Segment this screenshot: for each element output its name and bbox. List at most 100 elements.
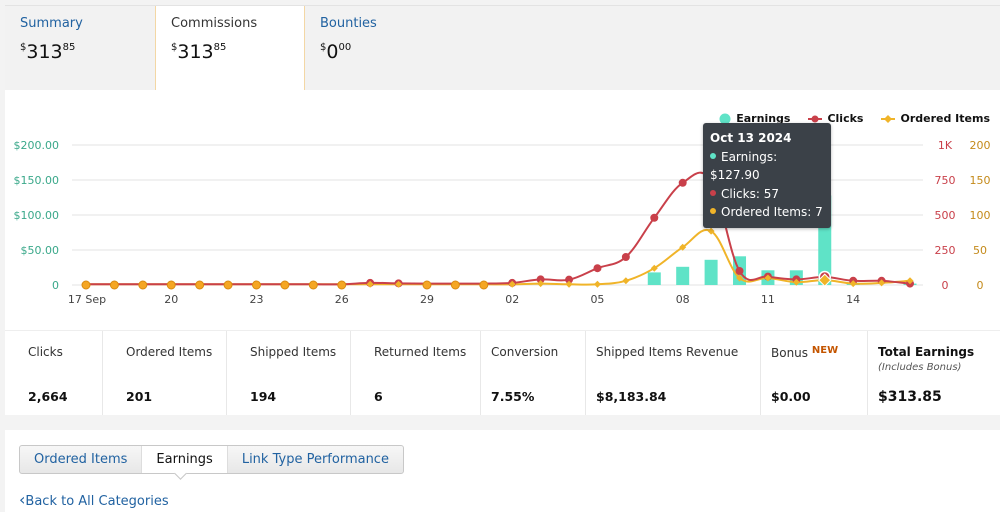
metric-returned-items: Returned Items 6 bbox=[351, 331, 481, 415]
earnings-bar bbox=[676, 266, 690, 285]
clicks-point bbox=[251, 280, 261, 290]
clicks-point bbox=[280, 280, 290, 290]
tooltip-clicks: Clicks: 57 bbox=[710, 185, 824, 204]
y-right-clicks-tick-label: 250 bbox=[935, 244, 956, 257]
summary-amount: $31385 bbox=[20, 41, 76, 63]
metric-label: Shipped Items Revenue bbox=[596, 345, 739, 359]
earnings-chart[interactable]: 0 0 0 $50.00 250 50 $100.00 500 100 $150.00 750 150… bbox=[5, 90, 1000, 330]
tab-bounties[interactable]: Bounties $000 bbox=[305, 6, 455, 91]
earnings-dot-icon bbox=[710, 152, 716, 159]
metric-shipped-items: Shipped Items 194 bbox=[227, 331, 351, 415]
metric-label: Conversion bbox=[491, 345, 559, 359]
y-left-tick-label: $50.00 bbox=[21, 244, 60, 257]
x-tick-label: 02 bbox=[505, 293, 519, 306]
metrics-bar: Clicks 2,664 Ordered Items 201 Shipped I… bbox=[5, 330, 1000, 415]
metric-clicks: Clicks 2,664 bbox=[5, 331, 103, 415]
metric-value: 201 bbox=[126, 389, 153, 404]
summary-panel: Summary $31385 Commissions $31385 Bounti… bbox=[5, 5, 1000, 106]
ordered-items-point bbox=[622, 277, 630, 285]
y-left-tick-label: 0 bbox=[52, 279, 59, 292]
x-tick-label: 11 bbox=[761, 293, 775, 306]
chart-panel: 0 0 0 $50.00 250 50 $100.00 500 100 $150.00 750 150… bbox=[5, 90, 1000, 330]
metric-value: 2,664 bbox=[28, 389, 68, 404]
metric-label: Clicks bbox=[28, 345, 63, 359]
back-to-all-categories-link[interactable]: ‹Back to All Categories bbox=[19, 490, 169, 509]
metric-value: 194 bbox=[250, 389, 277, 404]
metric-value: 6 bbox=[374, 389, 383, 404]
clicks-point bbox=[735, 267, 744, 275]
metric-label: Returned Items bbox=[374, 345, 467, 359]
back-link-label: Back to All Categories bbox=[25, 494, 169, 509]
bounties-amount: $000 bbox=[320, 41, 352, 63]
clicks-point bbox=[81, 280, 91, 290]
subtab-earnings[interactable]: Earnings bbox=[141, 446, 228, 473]
clicks-dot-icon bbox=[710, 189, 716, 196]
y-right-ordered-tick-label: 200 bbox=[970, 139, 991, 152]
x-tick-label: 29 bbox=[420, 293, 434, 306]
clicks-point bbox=[593, 264, 602, 273]
ordered-dot-icon bbox=[710, 208, 716, 214]
y-left-tick-label: $200.00 bbox=[14, 139, 60, 152]
y-right-clicks-tick-label: 1K bbox=[938, 139, 953, 152]
y-right-ordered-tick-label: 150 bbox=[970, 174, 991, 187]
breakdown-tabs: Ordered Items Earnings Link Type Perform… bbox=[19, 445, 404, 474]
subtab-link-type-performance[interactable]: Link Type Performance bbox=[228, 446, 403, 473]
earnings-bar bbox=[704, 259, 718, 285]
ordered-items-point bbox=[593, 280, 601, 288]
legend-ordered-items[interactable]: Ordered Items bbox=[881, 112, 990, 125]
subtab-ordered-items[interactable]: Ordered Items bbox=[20, 446, 141, 473]
tab-commissions[interactable]: Commissions $31385 bbox=[155, 6, 305, 106]
ordered-items-line bbox=[86, 228, 911, 286]
metric-label: Shipped Items bbox=[250, 345, 337, 359]
metric-label: Bonus NEW bbox=[771, 345, 839, 360]
metric-value: $8,183.84 bbox=[596, 389, 667, 404]
clicks-point bbox=[166, 280, 176, 290]
x-tick-label: 20 bbox=[164, 293, 178, 306]
x-tick-label: 26 bbox=[335, 293, 349, 306]
metric-value: $313.85 bbox=[878, 389, 942, 405]
tooltip-earnings: Earnings: $127.90 bbox=[710, 149, 778, 182]
y-right-ordered-tick-label: 50 bbox=[973, 244, 987, 257]
clicks-legend-icon bbox=[808, 115, 823, 122]
clicks-point bbox=[337, 280, 347, 290]
clicks-point bbox=[450, 280, 460, 290]
tooltip-date: Oct 13 2024 bbox=[710, 131, 792, 145]
clicks-point bbox=[138, 280, 148, 290]
y-right-clicks-tick-label: 500 bbox=[935, 209, 956, 222]
tab-bounties-label: Bounties bbox=[320, 16, 377, 31]
y-right-clicks-tick-label: 0 bbox=[942, 279, 949, 292]
commissions-amount: $31385 bbox=[171, 41, 227, 63]
y-left-tick-label: $150.00 bbox=[14, 174, 60, 187]
breakdown-panel: Ordered Items Earnings Link Type Perform… bbox=[5, 430, 1000, 512]
x-tick-label: 14 bbox=[846, 293, 860, 306]
legend-clicks-label: Clicks bbox=[827, 112, 864, 125]
clicks-point bbox=[479, 280, 489, 290]
y-right-ordered-tick-label: 0 bbox=[977, 279, 984, 292]
metric-label: Total Earnings bbox=[878, 345, 975, 359]
tab-summary[interactable]: Summary $31385 bbox=[5, 6, 155, 91]
metric-value: 7.55% bbox=[491, 389, 535, 404]
chart-tooltip: Oct 13 2024 Earnings: $127.90 Clicks: 57… bbox=[703, 123, 831, 228]
clicks-point bbox=[621, 253, 630, 261]
clicks-point bbox=[422, 280, 432, 290]
y-right-clicks-tick-label: 750 bbox=[935, 174, 956, 187]
ordered-legend-icon bbox=[881, 114, 896, 123]
metric-value: $0.00 bbox=[771, 389, 811, 404]
clicks-point bbox=[195, 280, 205, 290]
clicks-point bbox=[650, 213, 659, 222]
metric-shipped-revenue: Shipped Items Revenue $8,183.84 bbox=[586, 331, 761, 415]
x-tick-label: 23 bbox=[249, 293, 263, 306]
tab-summary-label: Summary bbox=[20, 16, 83, 31]
metric-sublabel: (Includes Bonus) bbox=[878, 362, 962, 373]
metric-conversion: Conversion 7.55% bbox=[481, 331, 586, 415]
y-right-ordered-tick-label: 100 bbox=[970, 209, 991, 222]
metric-bonus: Bonus NEW $0.00 bbox=[761, 331, 868, 415]
x-tick-label: 05 bbox=[590, 293, 604, 306]
x-tick-label: 17 Sep bbox=[68, 293, 106, 306]
new-badge: NEW bbox=[811, 345, 839, 356]
legend-ordered-label: Ordered Items bbox=[900, 112, 990, 125]
clicks-point bbox=[109, 280, 119, 290]
y-left-tick-label: $100.00 bbox=[14, 209, 60, 222]
metric-label: Ordered Items bbox=[126, 345, 213, 359]
tooltip-ordered: Ordered Items: 7 bbox=[710, 203, 824, 222]
